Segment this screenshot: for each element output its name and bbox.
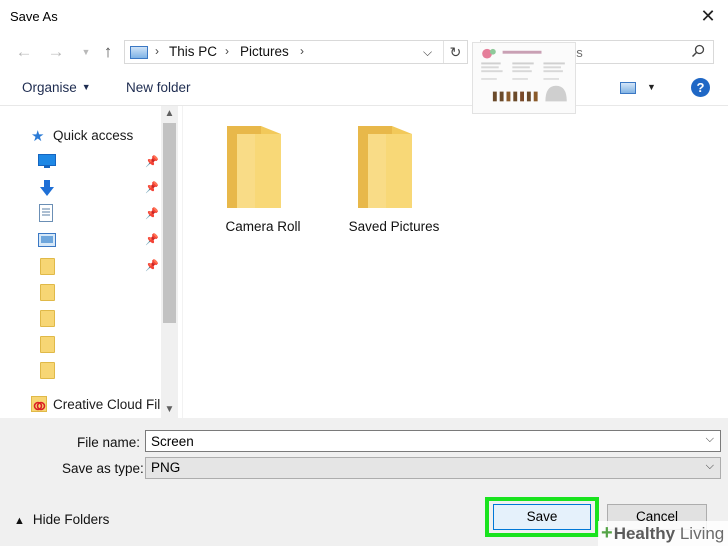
help-icon[interactable]: ? [691,78,710,97]
search-icon[interactable] [691,44,705,58]
view-options-chevron-icon[interactable]: ▼ [647,82,656,92]
file-name-input[interactable] [146,431,686,451]
save-as-type-value: PNG [151,460,181,475]
desktop-icon[interactable] [38,154,56,168]
chevron-down-icon[interactable]: ⌵ [706,433,714,446]
chevron-down-icon: ▼ [81,82,91,92]
downloads-icon[interactable] [38,179,56,197]
plus-icon: + [601,522,613,544]
pictures-icon[interactable] [38,233,56,247]
file-tile-saved-pictures[interactable]: Saved Pictures [334,106,454,246]
organise-label: Organise [22,80,77,95]
file-tile-camera-roll[interactable]: Camera Roll [203,106,323,246]
navigation-pane: ★ Quick access 📌 📌 📌 📌 📌 Creative Cloud … [0,106,180,418]
breadcrumb-separator-icon[interactable]: › [155,44,159,58]
folder-icon [227,126,281,208]
up-arrow-icon[interactable]: ↑ [98,42,118,62]
pin-icon[interactable]: 📌 [145,207,159,220]
this-pc-icon [130,46,148,59]
hide-folders-toggle[interactable]: ▲ Hide Folders [14,512,109,527]
forward-arrow-icon[interactable]: → [46,42,66,62]
watermark-text: Living [675,524,725,543]
navigation-bar: ← → ▼ ↑ › This PC › Pictures › ⌵ ↻ [0,34,728,70]
quick-access-item[interactable]: Quick access [53,128,133,143]
image-thumbnail[interactable] [472,42,576,114]
save-as-type-select[interactable]: PNG ⌵ [145,457,721,479]
creative-cloud-files-item[interactable]: Creative Cloud Fil [53,397,161,412]
refresh-icon[interactable]: ↻ [443,41,467,63]
chevron-down-icon[interactable]: ⌵ [706,460,714,473]
title-bar: Save As ✕ [0,0,728,34]
hide-folders-label: Hide Folders [32,512,110,527]
breadcrumb-separator-icon[interactable]: › [300,44,304,58]
save-as-type-label: Save as type: [62,461,144,476]
address-dropdown-chevron-icon[interactable]: ⌵ [423,45,437,60]
pin-icon[interactable]: 📌 [145,259,159,272]
file-list: Camera Roll Saved Pictures [182,106,728,418]
window-title: Save As [10,9,58,24]
back-arrow-icon[interactable]: ← [14,42,34,62]
organise-menu[interactable]: Organise ▼ [22,80,91,95]
folder-icon[interactable] [40,362,55,379]
chevron-up-icon: ▲ [14,515,25,527]
close-icon[interactable]: ✕ [698,6,718,26]
command-toolbar: Organise ▼ New folder ▼ ? [0,70,728,106]
address-bar[interactable]: › This PC › Pictures › ⌵ ↻ [124,40,468,64]
scroll-down-icon[interactable]: ▼ [161,402,178,418]
navigation-pane-scrollbar[interactable]: ▲ ▼ [161,106,178,418]
folder-icon[interactable] [40,258,55,275]
breadcrumb-separator-icon[interactable]: › [225,44,229,58]
pin-icon[interactable]: 📌 [145,155,159,168]
creative-cloud-icon [31,396,47,412]
watermark-text-bold: Healthy [613,524,676,543]
pin-icon[interactable]: 📌 [145,233,159,246]
file-name: Camera Roll [225,219,301,234]
breadcrumb-pictures[interactable]: Pictures [240,44,289,59]
new-folder-button[interactable]: New folder [126,80,191,95]
scrollbar-thumb[interactable] [163,123,176,323]
file-name: Saved Pictures [348,219,440,234]
folder-icon[interactable] [40,284,55,301]
file-name-combobox[interactable]: ⌵ [145,430,721,452]
watermark-logo: +Healthy Living [598,521,728,546]
pin-icon[interactable]: 📌 [145,181,159,194]
recent-locations-chevron-icon[interactable]: ▼ [76,42,96,62]
save-button[interactable]: Save [493,504,591,530]
breadcrumb-this-pc[interactable]: This PC [169,44,217,59]
file-name-label: File name: [77,435,141,450]
folder-icon[interactable] [40,310,55,327]
scroll-up-icon[interactable]: ▲ [161,106,178,122]
folder-icon[interactable] [40,336,55,353]
documents-icon[interactable] [38,204,54,222]
folder-icon [358,126,412,208]
star-icon: ★ [31,128,45,145]
change-view-icon[interactable] [620,82,636,94]
